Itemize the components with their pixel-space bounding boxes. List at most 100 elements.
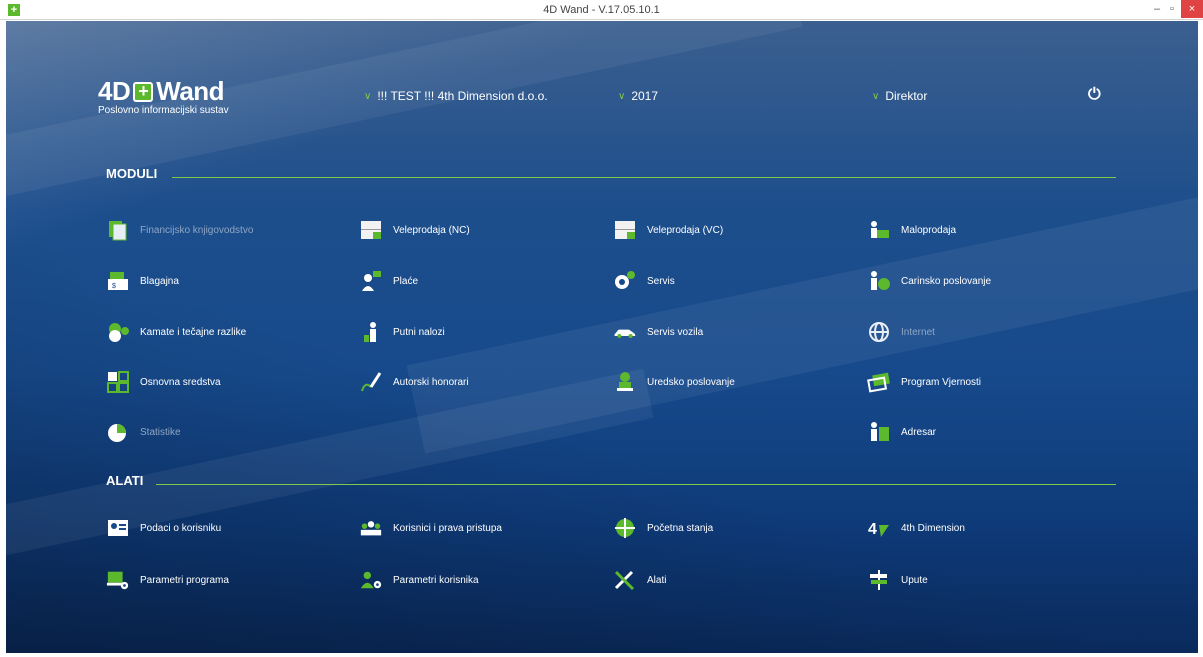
- tool-label: Parametri programa: [140, 574, 229, 586]
- section-divider: [156, 484, 1116, 485]
- module-label: Carinsko poslovanje: [901, 275, 992, 287]
- module-label: Servis vozila: [647, 326, 704, 338]
- module-label: Adresar: [901, 426, 937, 438]
- module-label: Servis: [647, 275, 675, 287]
- module-financijsko-knjigovodstvo[interactable]: Financijsko knjigovodstvo: [106, 218, 253, 242]
- tool-pocetna-stanja[interactable]: Početna stanja: [613, 516, 713, 540]
- background-streak: [6, 368, 654, 564]
- module-label: Autorski honorari: [393, 376, 469, 388]
- module-place[interactable]: Plaće: [359, 269, 418, 293]
- loyalty-card-icon: [867, 371, 891, 393]
- role-selector[interactable]: ∨ Direktor: [872, 89, 927, 103]
- tool-parametri-programa[interactable]: Parametri programa: [106, 568, 229, 592]
- module-internet[interactable]: Internet: [867, 320, 935, 344]
- customs-icon: [867, 270, 891, 292]
- module-label: Internet: [901, 326, 935, 338]
- company-selector[interactable]: ∨ !!! TEST !!! 4th Dimension d.o.o.: [364, 89, 548, 103]
- main-panel: 4D + Wand Poslovno informacijski sustav ∨ …: [6, 21, 1198, 653]
- office-icon: [613, 371, 637, 393]
- module-program-vjernosti[interactable]: Program Vjernosti: [867, 370, 981, 394]
- globe-icon: [867, 321, 891, 343]
- assets-grid-icon: [106, 371, 130, 393]
- module-label: Program Vjernosti: [901, 376, 982, 388]
- tool-4th-dimension[interactable]: 4 4th Dimension: [867, 516, 965, 540]
- shop-icon: [867, 219, 891, 241]
- tool-upute[interactable]: Upute: [867, 568, 928, 592]
- tools-icon: [613, 569, 637, 591]
- coins-icon: [106, 321, 130, 343]
- chevron-down-icon: ∨: [364, 90, 372, 102]
- chevron-down-icon: ∨: [872, 90, 880, 102]
- section-divider: [172, 177, 1116, 178]
- module-label: Statistike: [140, 426, 181, 438]
- signpost-icon: [867, 569, 891, 591]
- window-title: 4D Wand - V.17.05.10.1: [543, 4, 660, 16]
- module-veleprodaja-nc[interactable]: Veleprodaja (NC): [359, 218, 470, 242]
- module-label: Blagajna: [140, 275, 179, 287]
- chevron-down-icon: ∨: [618, 90, 626, 102]
- module-kamate[interactable]: Kamate i tečajne razlike: [106, 320, 246, 344]
- module-osnovna-sredstva[interactable]: Osnovna sredstva: [106, 370, 221, 394]
- contacts-icon: [867, 421, 891, 443]
- logo-subtitle: Poslovno informacijski sustav: [98, 105, 229, 116]
- company-label: !!! TEST !!! 4th Dimension d.o.o.: [377, 89, 548, 103]
- module-label: Veleprodaja (VC): [647, 224, 724, 236]
- 4d-logo-icon: 4: [867, 517, 891, 539]
- title-bar: + 4D Wand - V.17.05.10.1 – ▫ ×: [0, 0, 1203, 20]
- logo-brand: 4D + Wand: [98, 76, 225, 106]
- module-adresar[interactable]: Adresar: [867, 420, 936, 444]
- traveler-icon: [359, 321, 383, 343]
- module-statistike[interactable]: Statistike: [106, 420, 181, 444]
- module-label: Uredsko poslovanje: [647, 376, 735, 388]
- pen-icon: [359, 371, 383, 393]
- module-label: Veleprodaja (NC): [393, 224, 470, 236]
- section-title-moduli: MODULI: [106, 166, 158, 181]
- minimize-button[interactable]: –: [1150, 0, 1164, 18]
- tool-podaci-o-korisniku[interactable]: Podaci o korisniku: [106, 516, 221, 540]
- warehouse-icon: [613, 219, 637, 241]
- module-blagajna[interactable]: $ Blagajna: [106, 269, 179, 293]
- tool-label: Početna stanja: [647, 522, 714, 534]
- id-card-icon: [106, 517, 130, 539]
- tool-label: 4th Dimension: [901, 522, 965, 534]
- module-label: Financijsko knjigovodstvo: [140, 224, 254, 236]
- module-label: Osnovna sredstva: [140, 376, 221, 388]
- car-icon: [613, 321, 637, 343]
- tool-label: Upute: [901, 574, 928, 586]
- svg-text:$: $: [112, 283, 116, 290]
- tool-label: Alati: [647, 574, 667, 586]
- tool-korisnici-i-prava[interactable]: Korisnici i prava pristupa: [359, 516, 502, 540]
- document-copy-icon: [106, 219, 130, 241]
- tool-label: Parametri korisnika: [393, 574, 479, 586]
- close-button[interactable]: ×: [1181, 0, 1203, 18]
- module-maloprodaja[interactable]: Maloprodaja: [867, 218, 956, 242]
- payroll-icon: [359, 270, 383, 292]
- module-veleprodaja-vc[interactable]: Veleprodaja (VC): [613, 218, 723, 242]
- role-label: Direktor: [885, 89, 928, 103]
- tool-alati[interactable]: Alati: [613, 568, 666, 592]
- service-gear-icon: [613, 270, 637, 292]
- background-streak: [6, 21, 803, 214]
- module-label: Putni nalozi: [393, 326, 445, 338]
- module-uredsko-poslovanje[interactable]: Uredsko poslovanje: [613, 370, 735, 394]
- module-servis-vozila[interactable]: Servis vozila: [613, 320, 703, 344]
- maximize-button[interactable]: ▫: [1165, 0, 1179, 18]
- svg-text:4: 4: [868, 521, 877, 538]
- module-putni-nalozi[interactable]: Putni nalozi: [359, 320, 445, 344]
- user-settings-icon: [359, 569, 383, 591]
- warehouse-icon: [359, 219, 383, 241]
- module-servis[interactable]: Servis: [613, 269, 675, 293]
- users-icon: [359, 517, 383, 539]
- module-label: Kamate i tečajne razlike: [140, 326, 247, 338]
- year-selector[interactable]: ∨ 2017: [618, 89, 658, 103]
- tool-label: Podaci o korisniku: [140, 522, 222, 534]
- tool-parametri-korisnika[interactable]: Parametri korisnika: [359, 568, 479, 592]
- module-carinsko-poslovanje[interactable]: Carinsko poslovanje: [867, 269, 991, 293]
- app-logo: 4D + Wand Poslovno informacijski sustav: [98, 76, 229, 116]
- tool-label: Korisnici i prava pristupa: [393, 522, 502, 534]
- power-icon[interactable]: ⏻: [1088, 86, 1101, 104]
- target-icon: [613, 517, 637, 539]
- module-label: Plaće: [393, 275, 419, 287]
- section-title-alati: ALATI: [106, 473, 144, 488]
- module-autorski-honorari[interactable]: Autorski honorari: [359, 370, 469, 394]
